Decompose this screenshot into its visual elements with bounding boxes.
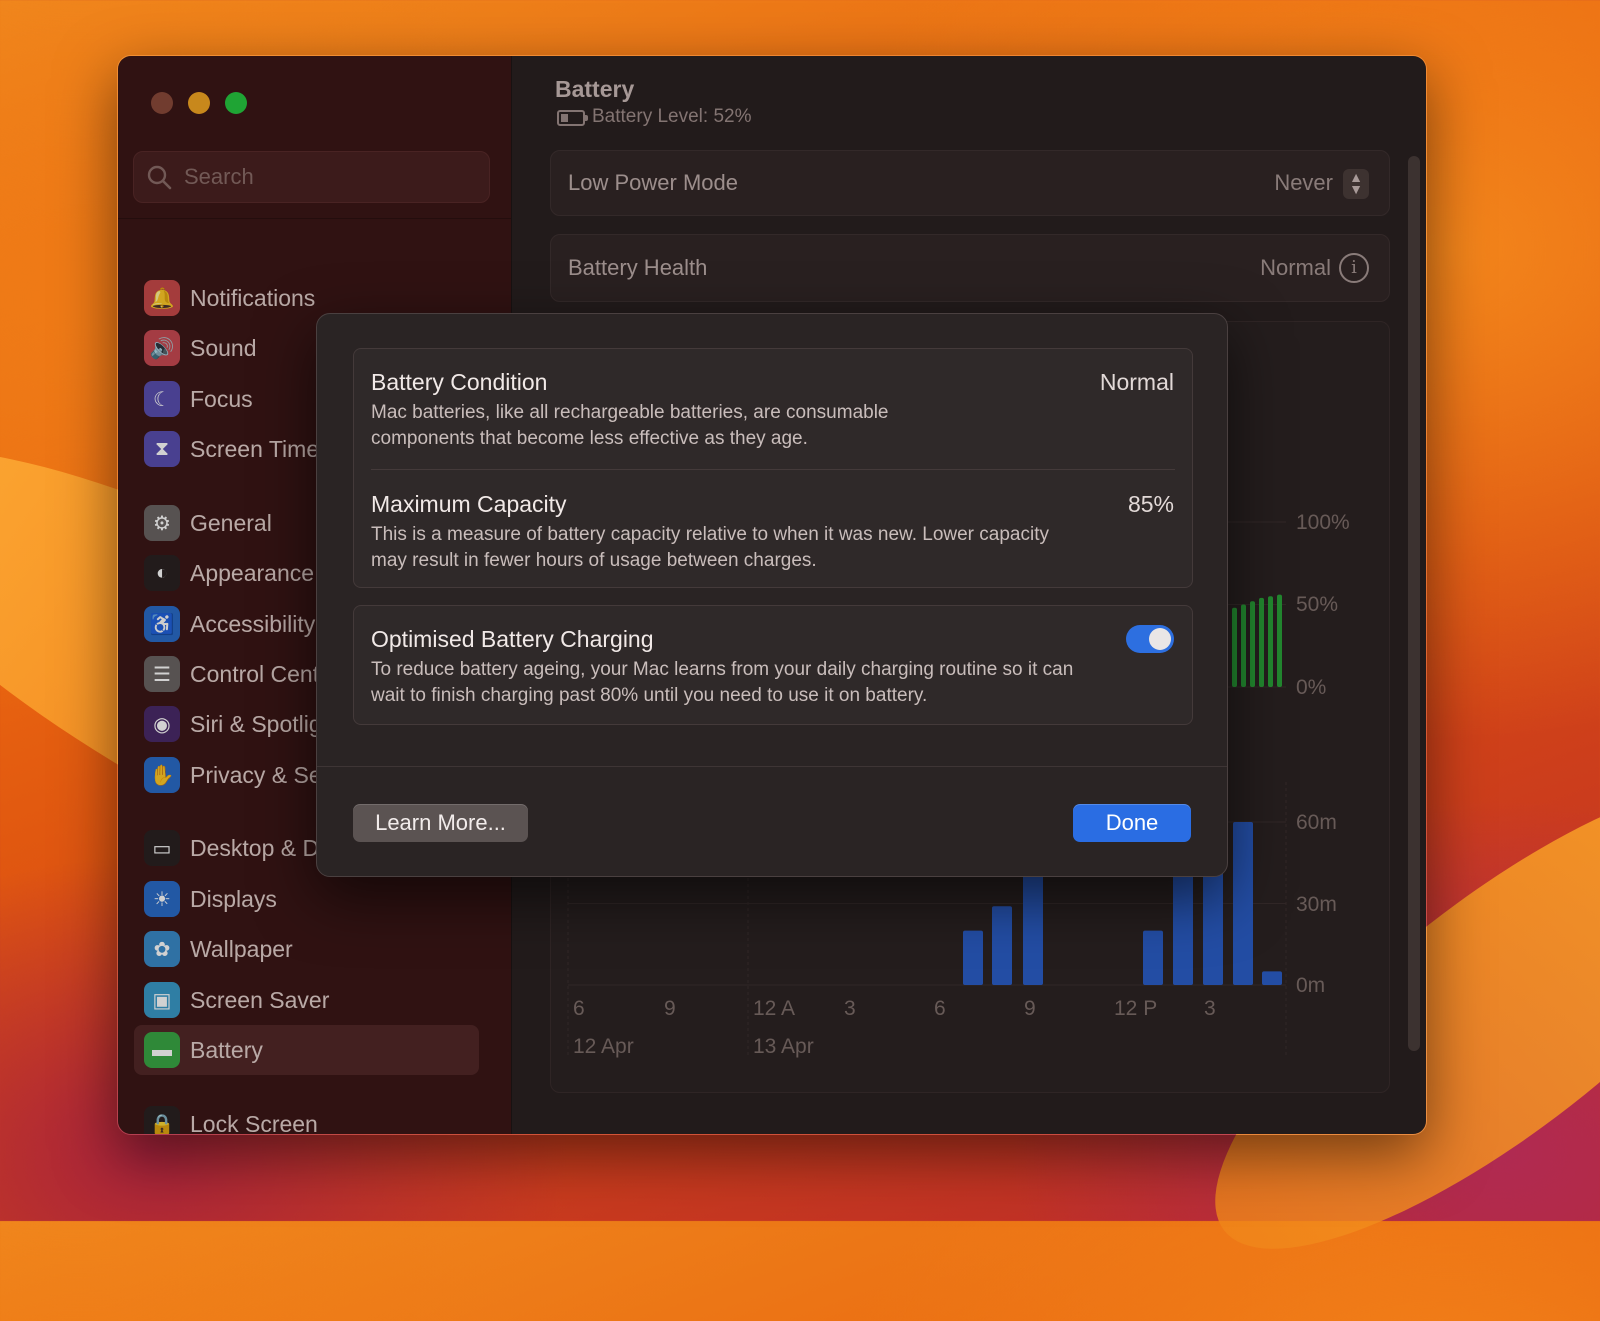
card-divider <box>371 469 1175 470</box>
battery-health-dialog: Battery Condition Normal Mac batteries, … <box>316 313 1228 877</box>
done-button[interactable]: Done <box>1073 804 1191 842</box>
optimised-title: Optimised Battery Charging <box>371 626 654 652</box>
condition-desc: Mac batteries, like all rechargeable bat… <box>371 402 889 449</box>
optimised-card: Optimised Battery Charging To reduce bat… <box>353 605 1193 725</box>
dialog-divider <box>317 766 1227 767</box>
capacity-title: Maximum Capacity <box>371 491 567 517</box>
optimised-charging-toggle[interactable] <box>1126 625 1174 653</box>
capacity-value: 85% <box>1127 491 1174 517</box>
condition-value: Normal <box>1099 369 1174 395</box>
capacity-desc: This is a measure of battery capacity re… <box>371 524 1049 571</box>
condition-card: Battery Condition Normal Mac batteries, … <box>353 348 1193 588</box>
learn-more-button[interactable]: Learn More... <box>353 804 528 842</box>
optimised-desc: To reduce battery ageing, your Mac learn… <box>371 659 1074 706</box>
condition-title: Battery Condition <box>371 369 548 395</box>
